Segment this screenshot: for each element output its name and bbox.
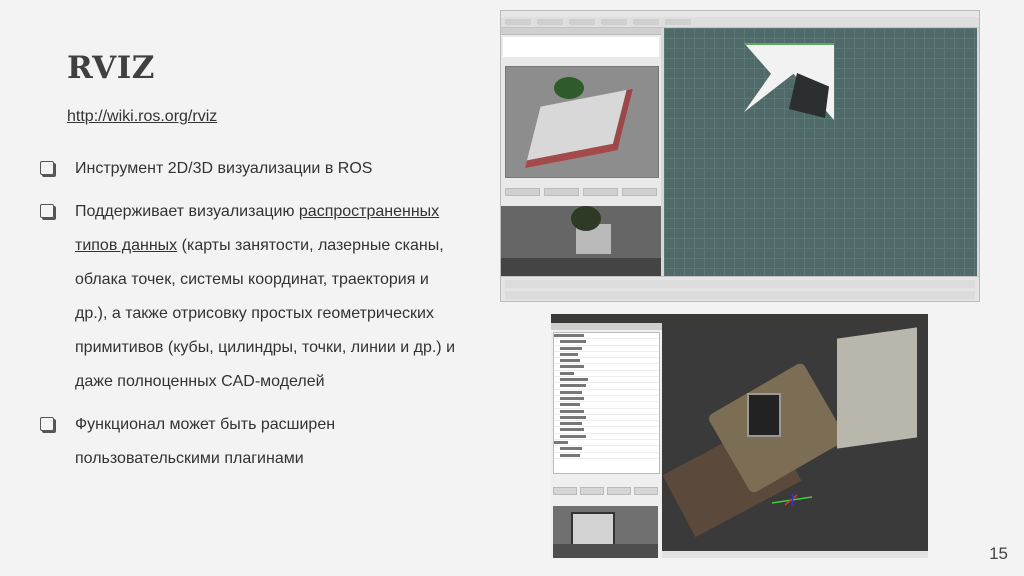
bullet-text-after: (карты занятости, лазерные сканы, облака…: [75, 237, 456, 390]
displays-panel: [501, 28, 661, 298]
panel-button: [634, 487, 658, 495]
bullet-item: Инструмент 2D/3D визуализации в ROS: [40, 152, 460, 186]
image-floor: [553, 544, 658, 558]
rviz-url-link[interactable]: http://wiki.ros.org/rviz: [67, 108, 217, 126]
bullet-text: Функционал может быть расширен пользоват…: [75, 416, 336, 467]
toolbar-button: [505, 19, 531, 25]
panel-button: [505, 188, 540, 196]
checkbox-bullet-icon: [40, 204, 54, 218]
image-view: [553, 506, 658, 558]
panel-button: [583, 188, 618, 196]
toolbar-button: [633, 19, 659, 25]
toolbar-button: [665, 19, 691, 25]
toolbar-button: [537, 19, 563, 25]
property-row: [554, 453, 659, 459]
rviz-screenshot-pointcloud: [551, 314, 928, 558]
rviz-screenshot-map: [500, 10, 980, 302]
bullet-item: Поддерживает визуализацию распространенн…: [40, 195, 460, 399]
properties-list: [553, 332, 660, 474]
panel-button: [622, 188, 657, 196]
status-bar: [501, 276, 979, 301]
tf-axes-icon: [771, 493, 813, 507]
panel-header: [501, 28, 661, 35]
pointcloud-wall: [837, 327, 917, 449]
bullet-text-before: Поддерживает визуализацию: [75, 203, 299, 220]
panel-buttons: [505, 188, 657, 196]
panel-button: [607, 487, 631, 495]
checkbox-bullet-icon: [40, 417, 54, 431]
room-model: [524, 88, 634, 169]
panel-buttons: [553, 487, 658, 495]
status-row: [505, 280, 975, 288]
panel-button: [553, 487, 577, 495]
toolbar-button: [569, 19, 595, 25]
displays-panel: [551, 323, 662, 558]
checkbox-bullet-icon: [40, 161, 54, 175]
window-titlebar: [551, 314, 928, 323]
bullet-item: Функционал может быть расширен пользоват…: [40, 408, 460, 476]
plant-shape: [554, 77, 584, 99]
pointcloud-3d-view: [662, 323, 928, 551]
image-monitor: [571, 512, 615, 546]
page-number: 15: [989, 544, 1008, 563]
slide-title: RVIZ: [67, 50, 155, 86]
camera-plant: [571, 206, 601, 231]
panel-button: [544, 188, 579, 196]
status-row: [505, 291, 975, 299]
panel-header: [551, 323, 662, 330]
map-grid-view: [664, 28, 977, 278]
display-tree: [503, 37, 659, 57]
toolbar-button: [601, 19, 627, 25]
toolbar: [501, 17, 979, 28]
bullet-text: Инструмент 2D/3D визуализации в ROS: [75, 160, 373, 177]
bullet-list: Инструмент 2D/3D визуализации в ROS Подд…: [40, 152, 460, 485]
status-bar: [662, 551, 928, 558]
panel-button: [580, 487, 604, 495]
3d-inset-view: [505, 66, 659, 178]
pointcloud-monitor: [747, 393, 781, 437]
